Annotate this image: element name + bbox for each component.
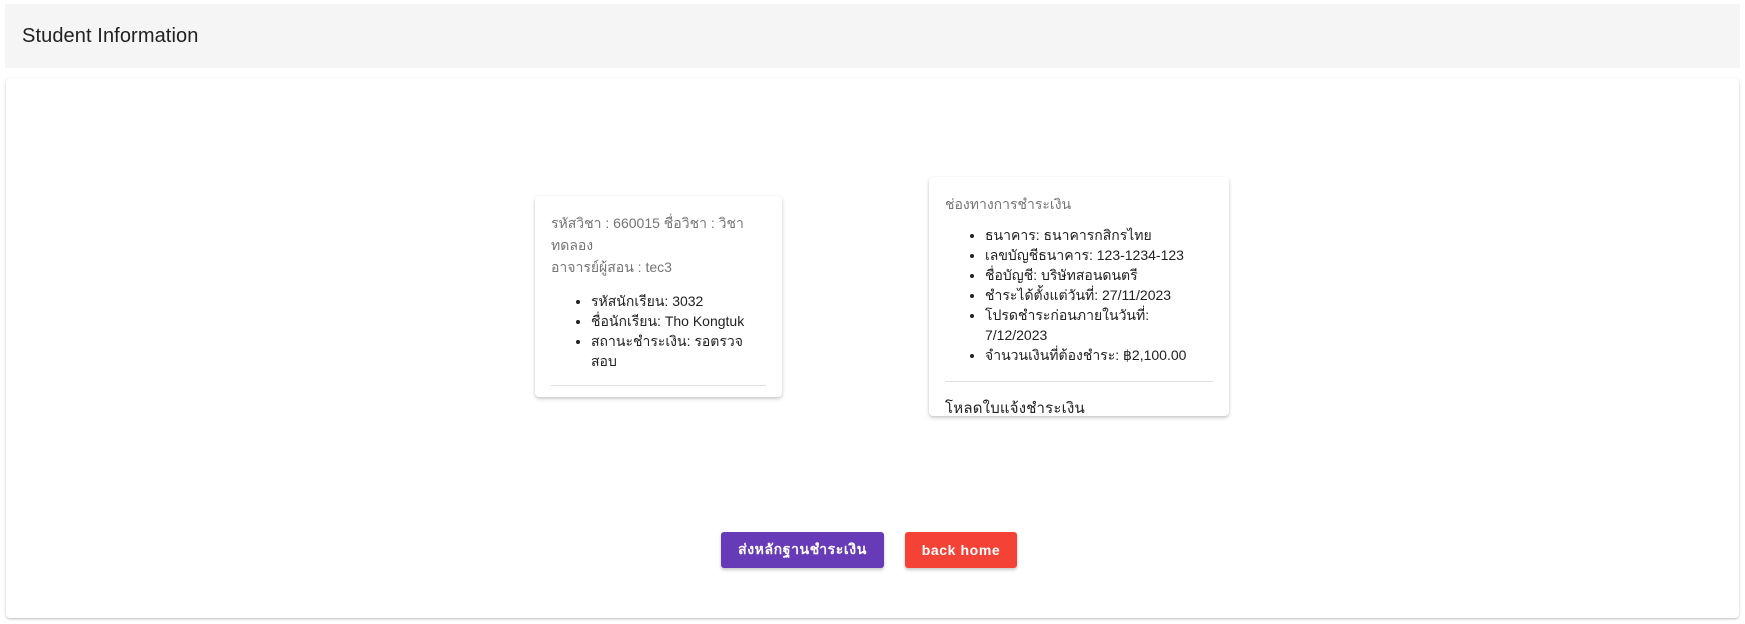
payment-details-list: ธนาคาร: ธนาคารกสิกรไทย เลขบัญชีธนาคาร: 1… — [945, 225, 1213, 365]
submit-payment-proof-button[interactable]: ส่งหลักฐานชำระเงิน — [721, 532, 884, 568]
page-title: Student Information — [22, 24, 199, 47]
course-code-name: รหัสวิชา : 660015 ชื่อวิชา : วิชาทดลอง — [551, 215, 744, 253]
app-header: Student Information — [5, 4, 1740, 68]
card-divider — [551, 385, 766, 386]
list-item-payment-status: สถานะชำระเงิน: รอตรวจสอบ — [591, 331, 766, 371]
list-item-student-name: ชื่อนักเรียน: Tho Kongtuk — [591, 311, 766, 331]
card-divider — [945, 381, 1213, 382]
student-info-card: รหัสวิชา : 660015 ชื่อวิชา : วิชาทดลอง อ… — [535, 196, 782, 397]
list-item-amount-due: จำนวนเงินที่ต้องชำระ: ฿2,100.00 — [985, 345, 1213, 365]
payment-channel-subtitle: ช่องทางการชำระเงิน — [945, 196, 1072, 212]
list-item-pay-before-date: โปรดชำระก่อนภายในวันที่: 7/12/2023 — [985, 305, 1213, 345]
course-info-subtitle: รหัสวิชา : 660015 ชื่อวิชา : วิชาทดลอง อ… — [551, 212, 766, 278]
list-item-pay-from-date: ชำระได้ตั้งแต่วันที่: 27/11/2023 — [985, 285, 1213, 305]
course-instructor: อาจารย์ผู้สอน : tec3 — [551, 259, 672, 275]
list-item-student-id: รหัสนักเรียน: 3032 — [591, 291, 766, 311]
payment-info-card: ช่องทางการชำระเงิน ธนาคาร: ธนาคารกสิกรไท… — [929, 177, 1229, 417]
back-home-button[interactable]: back home — [905, 532, 1017, 568]
list-item-bank: ธนาคาร: ธนาคารกสิกรไทย — [985, 225, 1213, 245]
download-invoice-button[interactable]: โหลดใบแจ้งชำระเงิน — [945, 396, 1085, 420]
list-item-account-number: เลขบัญชีธนาคาร: 123-1234-123 — [985, 245, 1213, 265]
list-item-account-name: ชื่อบัญชี: บริษัทสอนดนตรี — [985, 265, 1213, 285]
student-details-list: รหัสนักเรียน: 3032 ชื่อนักเรียน: Tho Kon… — [551, 291, 766, 371]
